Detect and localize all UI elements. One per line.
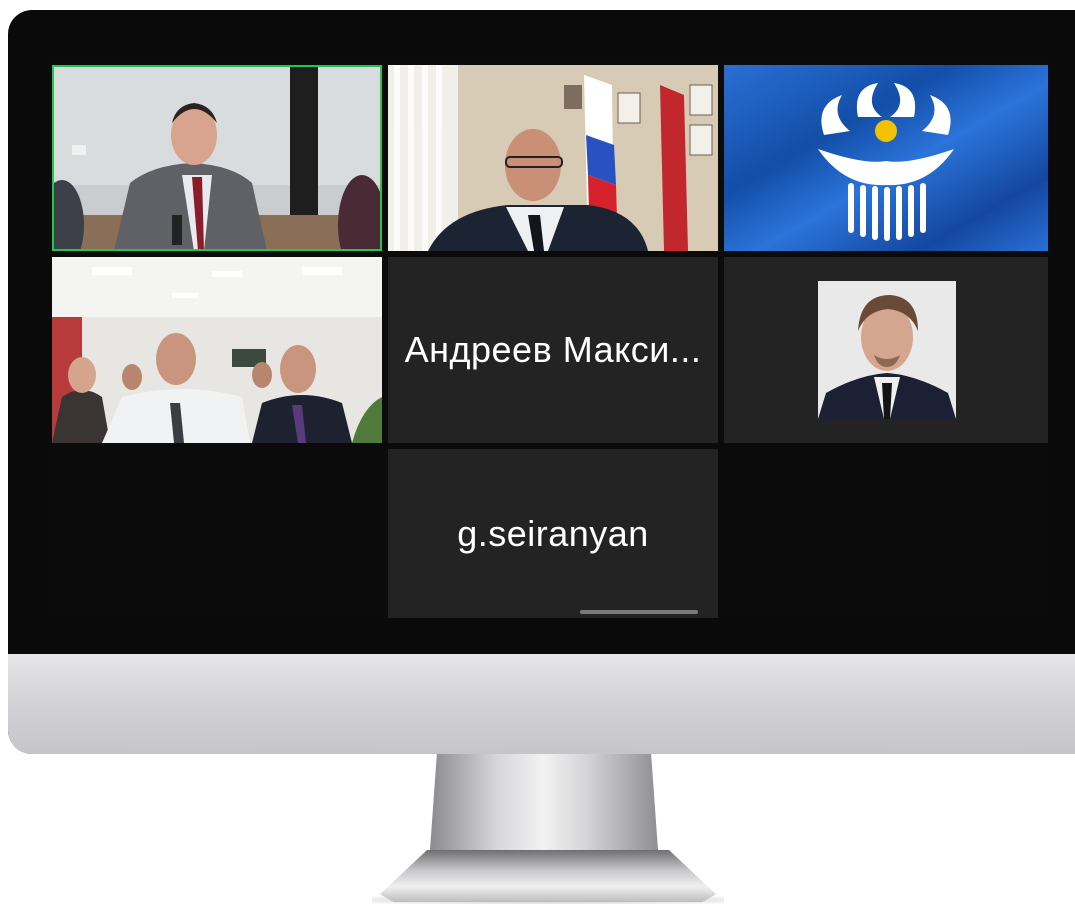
meeting-room-video xyxy=(52,65,382,251)
video-conference-grid: Андреев Макси... g.seiranyan xyxy=(48,58,1048,618)
office-flags-video xyxy=(388,65,718,251)
participant-name: Андреев Макси... xyxy=(404,329,702,370)
monitor-chin xyxy=(8,654,1075,754)
monitor-stand-foot xyxy=(380,850,716,902)
video-tile-profile-photo[interactable] xyxy=(724,257,1048,443)
video-tile-andreev[interactable]: Андреев Макси... xyxy=(388,257,718,443)
monitor-stand-neck xyxy=(430,754,658,850)
video-tile-office-group[interactable] xyxy=(52,257,382,443)
participant-name: g.seiranyan xyxy=(457,512,649,554)
profile-photo xyxy=(818,281,956,419)
gallery-page-indicator[interactable] xyxy=(580,610,698,614)
monitor-frame: Андреев Макси... g.seiranyan xyxy=(8,10,1075,754)
cis-emblem-flag xyxy=(724,65,1048,251)
video-tile-seiranyan[interactable]: g.seiranyan xyxy=(388,449,718,618)
video-tile-cis-emblem[interactable] xyxy=(724,65,1048,251)
video-tile-office-flags[interactable] xyxy=(388,65,718,251)
office-group-video xyxy=(52,257,382,443)
video-tile-meeting-room[interactable] xyxy=(52,65,382,251)
